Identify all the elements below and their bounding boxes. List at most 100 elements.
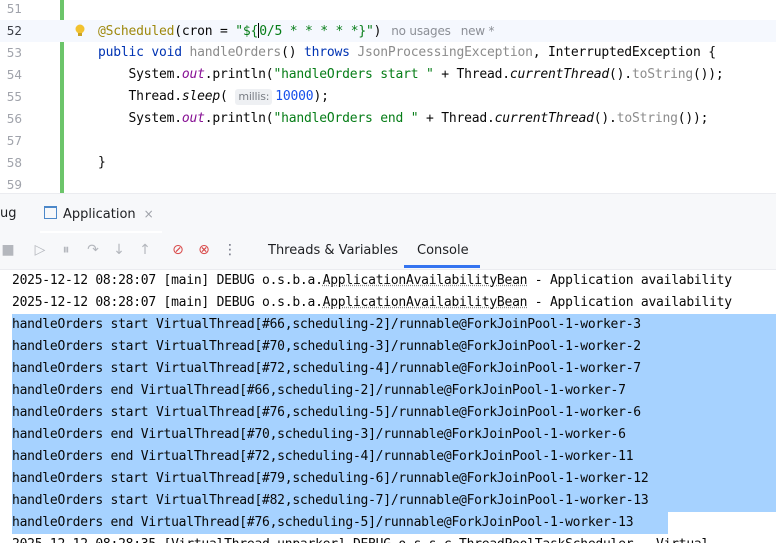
step-into-icon[interactable]: ↓ bbox=[111, 242, 127, 258]
class-link[interactable]: ApplicationAvailabilityBean bbox=[323, 273, 528, 288]
console-line[interactable]: handleOrders start VirtualThread[#66,sch… bbox=[0, 314, 776, 336]
code-token: System. bbox=[98, 67, 183, 82]
debug-tool-window-header: ug Application × bbox=[0, 193, 776, 234]
line-number: 58 bbox=[6, 156, 22, 170]
code-line[interactable]: 59 bbox=[0, 174, 776, 193]
inlay-hint[interactable]: new * bbox=[461, 24, 495, 38]
line-number: 56 bbox=[6, 112, 22, 126]
console-line[interactable]: handleOrders end VirtualThread[#70,sched… bbox=[0, 424, 776, 446]
code-token: .println( bbox=[204, 67, 274, 82]
code-token: + Thread. bbox=[418, 111, 495, 126]
code-token: handleOrders bbox=[189, 45, 282, 60]
log-text: handleOrders end VirtualThread[#72,sched… bbox=[12, 449, 634, 464]
console-line[interactable]: handleOrders end VirtualThread[#72,sched… bbox=[0, 446, 776, 468]
console-line[interactable]: handleOrders end VirtualThread[#66,sched… bbox=[0, 380, 776, 402]
code-line[interactable]: 55 Thread.sleep( millis: 10000); bbox=[0, 86, 776, 108]
resume-icon[interactable]: ▷ bbox=[32, 242, 48, 258]
run-config-tab-label: Application bbox=[63, 207, 136, 222]
code-line[interactable]: 51 bbox=[0, 0, 776, 20]
code-token: JsonProcessingException bbox=[357, 45, 533, 60]
log-text: handleOrders start VirtualThread[#70,sch… bbox=[12, 339, 641, 354]
console-line[interactable]: handleOrders start VirtualThread[#70,sch… bbox=[0, 336, 776, 358]
console-line[interactable]: handleOrders start VirtualThread[#79,sch… bbox=[0, 468, 776, 490]
console-line[interactable]: 2025-12-12 08:28:07 [main] DEBUG o.s.b.a… bbox=[0, 270, 776, 292]
code-token: .println( bbox=[204, 111, 274, 126]
code-token: sleep bbox=[181, 89, 221, 104]
code-token: currentThread bbox=[494, 111, 594, 126]
code-token: ()); bbox=[692, 67, 724, 82]
step-out-icon[interactable]: ↑ bbox=[137, 242, 153, 258]
code-line[interactable]: 58} bbox=[0, 152, 776, 174]
run-config-tab[interactable]: Application × bbox=[44, 206, 154, 222]
log-text: handleOrders start VirtualThread[#82,sch… bbox=[12, 493, 649, 508]
debug-toolbar: ■ ▷ ⏸ ↷ ↓ ↑ ⊘ ⊗ ⋮ Threads & Variables Co… bbox=[0, 233, 776, 270]
code-text: @Scheduled(cron = "${0/5 * * * * *}") no … bbox=[98, 20, 495, 43]
console-line-text: handleOrders start VirtualThread[#72,sch… bbox=[12, 361, 641, 377]
line-number: 53 bbox=[6, 46, 22, 60]
tab-threads-variables[interactable]: Threads & Variables bbox=[268, 243, 398, 258]
code-token: @Scheduled bbox=[98, 24, 175, 39]
code-token: toString bbox=[616, 111, 678, 126]
code-token: void bbox=[151, 45, 190, 60]
console-line[interactable]: 2025-12-12 08:28:35 [VirtualThread-unpar… bbox=[0, 534, 776, 543]
code-text: System.out.println("handleOrders start "… bbox=[98, 64, 724, 86]
log-text: handleOrders end VirtualThread[#70,sched… bbox=[12, 427, 626, 442]
console-line[interactable]: 2025-12-12 08:28:07 [main] DEBUG o.s.b.a… bbox=[0, 292, 776, 314]
code-line[interactable]: 57 bbox=[0, 130, 776, 152]
code-token: + Thread. bbox=[433, 67, 510, 82]
stop-icon[interactable]: ■ bbox=[0, 242, 16, 258]
console-line-text: handleOrders end VirtualThread[#66,sched… bbox=[12, 383, 626, 399]
code-token: (). bbox=[593, 111, 617, 126]
code-token: ()); bbox=[677, 111, 709, 126]
console-line[interactable]: handleOrders start VirtualThread[#72,sch… bbox=[0, 358, 776, 380]
view-breakpoints-icon[interactable]: ⊘ bbox=[170, 242, 186, 258]
intention-bulb-icon[interactable] bbox=[74, 24, 86, 38]
console-line[interactable]: handleOrders start VirtualThread[#76,sch… bbox=[0, 402, 776, 424]
code-token: () bbox=[281, 45, 304, 60]
code-line[interactable]: 54 System.out.println("handleOrders star… bbox=[0, 64, 776, 86]
code-token: "handleOrders end " bbox=[273, 111, 419, 126]
code-text: Thread.sleep( millis: 10000); bbox=[98, 86, 329, 108]
close-icon[interactable]: × bbox=[144, 207, 154, 221]
tab-console[interactable]: Console bbox=[417, 243, 469, 258]
line-number: 54 bbox=[6, 68, 22, 82]
pause-icon[interactable]: ⏸ bbox=[58, 242, 74, 258]
code-token: System. bbox=[98, 111, 183, 126]
console-line-text: handleOrders start VirtualThread[#66,sch… bbox=[12, 317, 641, 333]
code-token: , bbox=[532, 45, 549, 60]
inlay-hint[interactable]: no usages bbox=[391, 24, 451, 38]
log-text: handleOrders start VirtualThread[#79,sch… bbox=[12, 471, 649, 486]
more-options-icon[interactable]: ⋮ bbox=[222, 242, 238, 258]
code-token: public bbox=[98, 45, 152, 60]
code-editor[interactable]: 51 52 @Scheduled(cron = "${0/5 * * * * *}"… bbox=[0, 0, 776, 193]
code-line[interactable]: 56 System.out.println("handleOrders end … bbox=[0, 108, 776, 130]
code-text: } bbox=[98, 152, 106, 174]
console-line[interactable]: handleOrders end VirtualThread[#76,sched… bbox=[0, 512, 776, 534]
code-token: out bbox=[181, 67, 205, 82]
log-text: 2025-12-12 08:28:35 [VirtualThread-unpar… bbox=[12, 537, 709, 543]
code-token: } bbox=[98, 155, 106, 170]
class-link[interactable]: ApplicationAvailabilityBean bbox=[323, 295, 528, 310]
code-line[interactable]: 52 @Scheduled(cron = "${0/5 * * * * *}") n… bbox=[0, 20, 776, 42]
line-number: 52 bbox=[6, 24, 22, 38]
console-output[interactable]: 2025-12-12 08:28:07 [main] DEBUG o.s.b.a… bbox=[0, 270, 776, 543]
step-over-icon[interactable]: ↷ bbox=[85, 242, 101, 258]
console-line-text: handleOrders end VirtualThread[#76,sched… bbox=[12, 515, 634, 531]
code-token: toString bbox=[631, 67, 693, 82]
console-line-text: handleOrders start VirtualThread[#76,sch… bbox=[12, 405, 641, 421]
debug-tab[interactable]: ug bbox=[0, 206, 17, 221]
code-token: }" bbox=[358, 24, 374, 39]
line-number: 51 bbox=[6, 2, 22, 16]
log-text: - Application availability bbox=[527, 295, 732, 310]
code-token: out bbox=[181, 111, 205, 126]
parameter-hint: millis: bbox=[235, 89, 273, 105]
line-number: 59 bbox=[6, 178, 22, 192]
code-line[interactable]: 53 public void handleOrders() throws Json… bbox=[0, 42, 776, 64]
code-token: { bbox=[700, 45, 716, 60]
mute-breakpoints-icon[interactable]: ⊗ bbox=[196, 242, 212, 258]
console-tab-indicator bbox=[404, 265, 480, 268]
log-text: 2025-12-12 08:28:07 [main] DEBUG o.s.b.a… bbox=[12, 295, 323, 310]
console-line[interactable]: handleOrders start VirtualThread[#82,sch… bbox=[0, 490, 776, 512]
log-text: handleOrders start VirtualThread[#76,sch… bbox=[12, 405, 641, 420]
log-text: handleOrders start VirtualThread[#66,sch… bbox=[12, 317, 641, 332]
